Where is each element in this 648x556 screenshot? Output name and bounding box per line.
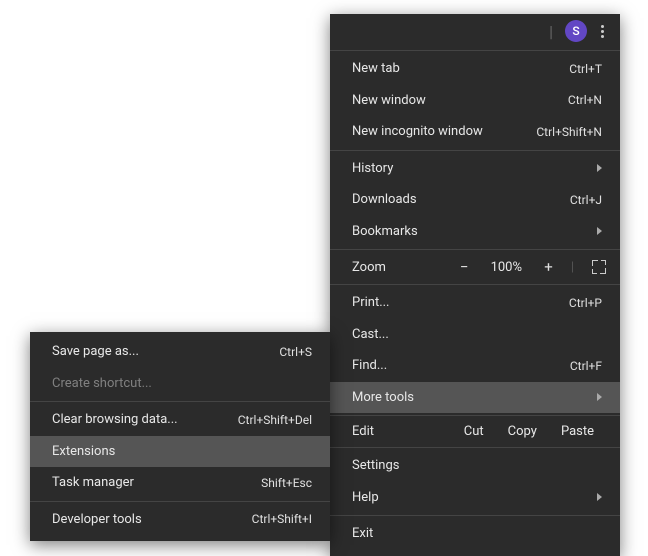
menu-label: Bookmarks — [352, 222, 589, 242]
menu-divider — [330, 249, 620, 250]
menu-label: Task manager — [52, 473, 261, 493]
menu-label: Cast... — [352, 325, 602, 345]
print-item[interactable]: Print... Ctrl+P — [330, 287, 620, 319]
cut-button[interactable]: Cut — [452, 424, 496, 439]
new-window-item[interactable]: New window Ctrl+N — [330, 85, 620, 117]
menu-label: Exit — [352, 524, 602, 544]
profile-separator: | — [549, 22, 553, 41]
downloads-item[interactable]: Downloads Ctrl+J — [330, 184, 620, 216]
menu-label: Help — [352, 488, 589, 508]
find-item[interactable]: Find... Ctrl+F — [330, 350, 620, 382]
fullscreen-icon[interactable] — [592, 260, 606, 274]
menu-label: Clear browsing data... — [52, 410, 238, 430]
chevron-right-icon — [597, 227, 602, 235]
menu-label: History — [352, 159, 589, 179]
paste-button[interactable]: Paste — [549, 424, 606, 439]
menu-label: Extensions — [52, 442, 312, 462]
exit-item[interactable]: Exit — [330, 518, 620, 550]
new-incognito-item[interactable]: New incognito window Ctrl+Shift+N — [330, 116, 620, 148]
chrome-main-menu: | S New tab Ctrl+T New window Ctrl+N New… — [330, 14, 620, 556]
settings-item[interactable]: Settings — [330, 450, 620, 482]
developer-tools-item[interactable]: Developer tools Ctrl+Shift+I — [30, 504, 330, 536]
menu-divider — [30, 401, 330, 402]
menu-shortcut: Ctrl+T — [569, 60, 602, 78]
menu-label: Downloads — [352, 190, 570, 210]
history-item[interactable]: History — [330, 153, 620, 185]
menu-shortcut: Ctrl+J — [570, 191, 602, 209]
menu-label: Find... — [352, 356, 570, 376]
menu-label: Print... — [352, 293, 569, 313]
menu-label: New window — [352, 91, 568, 111]
cast-item[interactable]: Cast... — [330, 319, 620, 351]
avatar[interactable]: S — [565, 20, 587, 42]
zoom-label: Zoom — [352, 260, 442, 275]
extensions-item[interactable]: Extensions — [30, 436, 330, 468]
menu-shortcut: Ctrl+N — [568, 91, 602, 109]
menu-divider — [330, 284, 620, 285]
menu-label: Create shortcut... — [52, 374, 312, 394]
chevron-right-icon — [597, 493, 602, 501]
menu-shortcut: Ctrl+S — [279, 343, 312, 361]
clear-browsing-item[interactable]: Clear browsing data... Ctrl+Shift+Del — [30, 404, 330, 436]
edit-label: Edit — [352, 424, 452, 439]
chevron-right-icon — [597, 164, 602, 172]
more-tools-item[interactable]: More tools — [330, 382, 620, 414]
zoom-in-button[interactable]: + — [534, 258, 563, 276]
menu-label: New tab — [352, 59, 569, 79]
menu-shortcut: Ctrl+Shift+Del — [238, 411, 312, 429]
zoom-value: 100% — [486, 260, 526, 275]
create-shortcut-item: Create shortcut... — [30, 368, 330, 400]
zoom-row: Zoom − 100% + | — [330, 252, 620, 282]
bookmarks-item[interactable]: Bookmarks — [330, 216, 620, 248]
copy-button[interactable]: Copy — [496, 424, 549, 439]
menu-shortcut: Ctrl+Shift+N — [536, 123, 602, 141]
new-tab-item[interactable]: New tab Ctrl+T — [330, 53, 620, 85]
avatar-letter: S — [572, 24, 579, 38]
menu-divider — [330, 515, 620, 516]
chevron-right-icon — [597, 393, 602, 401]
menu-shortcut: Ctrl+P — [569, 294, 602, 312]
menu-divider — [330, 50, 620, 51]
help-item[interactable]: Help — [330, 482, 620, 514]
menu-shortcut: Ctrl+F — [570, 357, 602, 375]
task-manager-item[interactable]: Task manager Shift+Esc — [30, 467, 330, 499]
more-tools-submenu: Save page as... Ctrl+S Create shortcut..… — [30, 332, 330, 541]
menu-divider — [30, 501, 330, 502]
save-page-item[interactable]: Save page as... Ctrl+S — [30, 336, 330, 368]
menu-divider — [330, 447, 620, 448]
menu-divider — [330, 415, 620, 416]
kebab-menu-icon[interactable] — [597, 21, 608, 42]
menu-divider — [330, 150, 620, 151]
zoom-out-button[interactable]: − — [450, 258, 479, 276]
menu-label: Developer tools — [52, 510, 252, 530]
menu-header: | S — [330, 14, 620, 48]
menu-shortcut: Ctrl+Shift+I — [252, 510, 312, 528]
menu-shortcut: Shift+Esc — [261, 474, 312, 492]
menu-label: More tools — [352, 388, 589, 408]
menu-label: New incognito window — [352, 122, 536, 142]
menu-label: Save page as... — [52, 342, 279, 362]
zoom-separator: | — [571, 260, 574, 275]
menu-label: Settings — [352, 456, 602, 476]
edit-row: Edit Cut Copy Paste — [330, 418, 620, 445]
